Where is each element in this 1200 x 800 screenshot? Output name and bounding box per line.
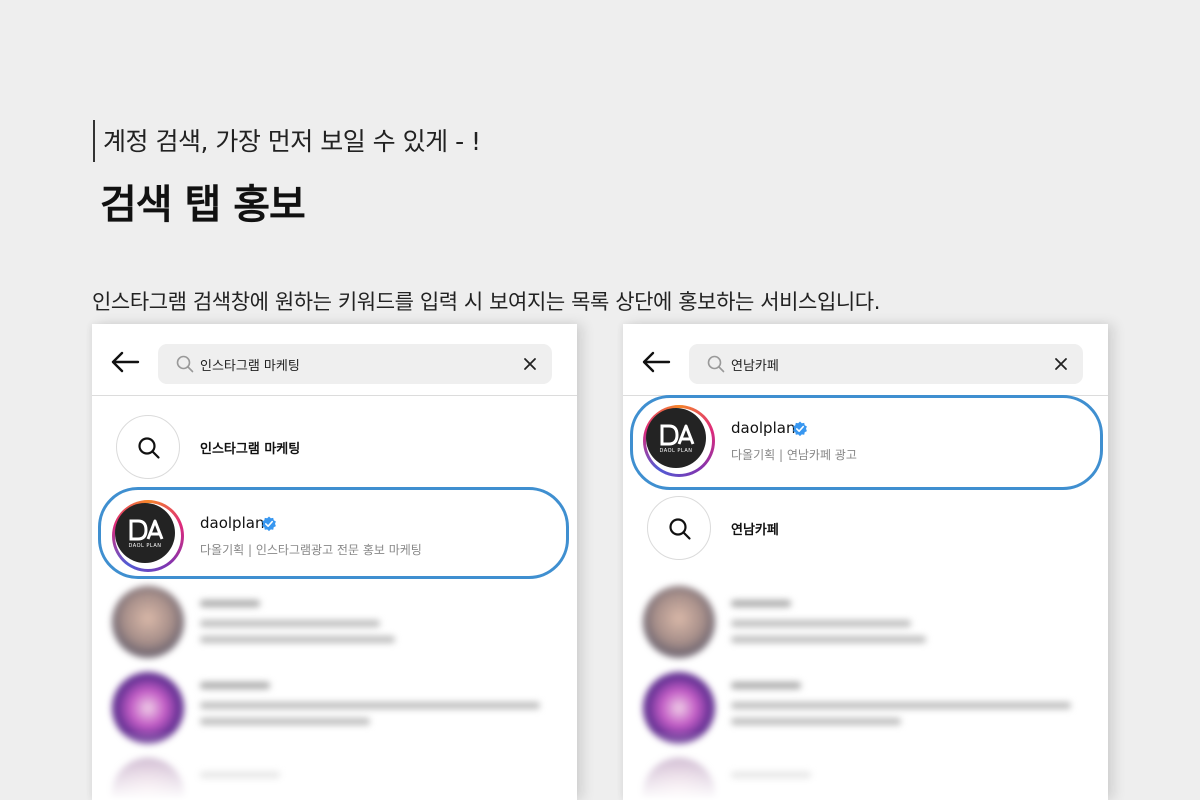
highlight-outline — [630, 395, 1103, 490]
clear-icon[interactable] — [522, 356, 538, 372]
search-icon — [707, 355, 725, 373]
clear-icon[interactable] — [1053, 356, 1069, 372]
subtitle: 계정 검색, 가장 먼저 보일 수 있게 - ! — [103, 127, 481, 156]
header-bar — [93, 120, 95, 162]
search-input[interactable]: 연남카페 — [689, 344, 1083, 384]
divider — [92, 395, 577, 396]
keyword-search-circle — [116, 415, 180, 479]
back-arrow-icon[interactable] — [110, 350, 140, 374]
search-query: 연남카페 — [731, 359, 779, 374]
keyword-suggestion-label: 인스타그램 마케팅 — [200, 442, 301, 457]
search-icon — [138, 437, 160, 459]
page-title: 검색 탭 홍보 — [100, 182, 306, 228]
right-phone-screen: 연남카페 DAOL PLAN daolplan 다올기획 | 연남카페 광고 연… — [623, 324, 1108, 800]
left-phone-screen: 인스타그램 마케팅 인스타그램 마케팅 DAOL PLAN daolplan 다… — [92, 324, 577, 800]
search-query: 인스타그램 마케팅 — [200, 359, 300, 374]
back-arrow-icon[interactable] — [641, 350, 671, 374]
keyword-search-circle — [647, 496, 711, 560]
blurred-result — [92, 586, 577, 666]
highlight-outline — [98, 487, 569, 579]
keyword-suggestion-row[interactable]: 인스타그램 마케팅 — [92, 415, 577, 495]
blurred-result — [623, 586, 1108, 666]
keyword-suggestion-row[interactable]: 연남카페 — [623, 496, 1108, 576]
search-icon — [669, 518, 691, 540]
search-input[interactable]: 인스타그램 마케팅 — [158, 344, 552, 384]
keyword-suggestion-label: 연남카페 — [731, 523, 779, 538]
description: 인스타그램 검색창에 원하는 키워드를 입력 시 보여지는 목록 상단에 홍보하… — [92, 290, 880, 314]
search-icon — [176, 355, 194, 373]
